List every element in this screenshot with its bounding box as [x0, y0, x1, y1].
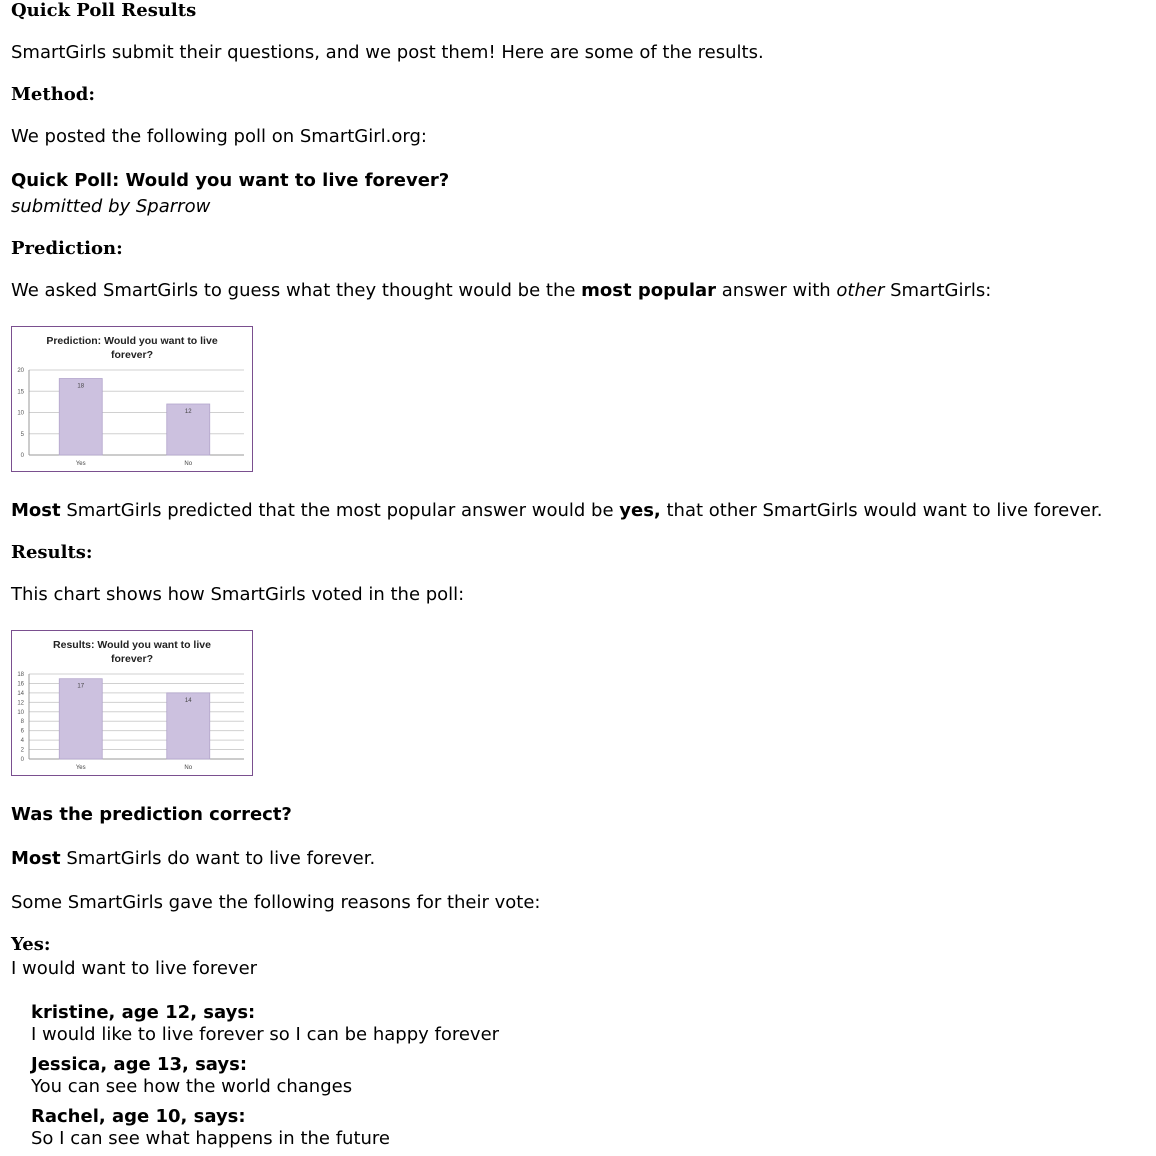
x-tick-label: Yes [76, 461, 86, 467]
data-label: 17 [77, 684, 84, 690]
bar-yes [58, 678, 103, 760]
prediction-chart-svg: Prediction: Would you want to live foreve… [17, 335, 244, 467]
y-tick-label: 18 [17, 672, 24, 678]
chart-title-line: forever? [111, 653, 153, 665]
poll-submitter: submitted by Sparrow [11, 196, 211, 217]
quote-item: kristine, age 12, says: I would like to … [31, 1002, 499, 1046]
correct-text: Most SmartGirls do want to live forever. [11, 848, 375, 870]
prediction-text-part3: SmartGirls: [884, 280, 992, 301]
yes-text: I would want to live forever [11, 958, 258, 979]
prediction-chart: Prediction: Would you want to live foreve… [11, 326, 253, 472]
prediction-text-part2: answer with [716, 280, 837, 301]
chart-title-line: forever? [111, 349, 153, 361]
chart-title-line: Results: Would you want to live [53, 639, 211, 651]
prediction-summary: Most SmartGirls predicted that the most … [11, 500, 1102, 522]
correct-heading: Was the prediction correct? [11, 804, 292, 825]
y-tick-label: 2 [21, 748, 25, 754]
y-tick-label: 16 [17, 681, 24, 687]
correct-text-rest: SmartGirls do want to live forever. [60, 848, 376, 869]
y-tick-label: 5 [21, 432, 25, 438]
results-chart: Results: Would you want to live forever? 0… [11, 630, 253, 776]
y-tick-label: 0 [21, 453, 25, 459]
data-label: 18 [77, 384, 84, 390]
x-tick-label: No [184, 765, 192, 771]
y-tick-label: 10 [17, 411, 24, 417]
prediction-summary-part1: SmartGirls predicted that the most popul… [60, 500, 620, 521]
method-heading: Method: [11, 84, 96, 105]
quote-text: You can see how the world changes [31, 1076, 353, 1097]
prediction-text-italic: other [836, 280, 885, 301]
results-chart-svg: Results: Would you want to live forever? 0… [17, 639, 244, 771]
y-tick-label: 20 [17, 368, 24, 374]
quote-author: kristine, age 12, says: [31, 1002, 256, 1023]
y-tick-label: 12 [17, 700, 24, 706]
y-tick-label: 4 [21, 738, 25, 744]
reasons-intro: Some SmartGirls gave the following reaso… [11, 892, 541, 913]
y-tick-label: 10 [17, 710, 24, 716]
quote-author: Jessica, age 13, says: [31, 1054, 248, 1075]
data-label: 12 [185, 409, 192, 415]
prediction-heading: Prediction: [11, 238, 123, 259]
quote-text: I would like to live forever so I can be… [31, 1024, 500, 1045]
y-tick-label: 0 [21, 757, 25, 763]
prediction-summary-part2: that other SmartGirls would want to live… [660, 500, 1103, 521]
results-heading: Results: [11, 542, 93, 563]
quote-author: Rachel, age 10, says: [31, 1106, 246, 1127]
prediction-summary-bold2: yes, [619, 500, 661, 521]
y-tick-label: 15 [17, 389, 24, 395]
y-tick-label: 14 [17, 691, 24, 697]
prediction-text-part1: We asked SmartGirls to guess what they t… [11, 280, 582, 301]
prediction-summary-bold1: Most [11, 500, 61, 521]
page-title: Quick Poll Results [11, 0, 197, 21]
correct-text-bold: Most [11, 848, 61, 869]
x-tick-label: Yes [76, 765, 86, 771]
poll-question: Quick Poll: Would you want to live forev… [11, 170, 450, 191]
x-tick-label: No [184, 461, 192, 467]
data-label: 14 [185, 698, 192, 704]
method-text: We posted the following poll on SmartGir… [11, 126, 427, 147]
results-text: This chart shows how SmartGirls voted in… [11, 584, 465, 605]
prediction-text-bold: most popular [581, 280, 717, 301]
quote-item: Jessica, age 13, says: You can see how t… [31, 1054, 352, 1098]
yes-heading: Yes: [11, 934, 51, 955]
bar-yes [58, 378, 103, 456]
y-tick-label: 8 [21, 719, 25, 725]
quote-item: Rachel, age 10, says: So I can see what … [31, 1106, 390, 1150]
y-tick-label: 6 [21, 729, 25, 735]
prediction-text: We asked SmartGirls to guess what they t… [11, 280, 991, 302]
chart-title-line: Prediction: Would you want to live [46, 335, 217, 347]
intro-text: SmartGirls submit their questions, and w… [11, 42, 764, 63]
quote-text: So I can see what happens in the future [31, 1128, 390, 1149]
